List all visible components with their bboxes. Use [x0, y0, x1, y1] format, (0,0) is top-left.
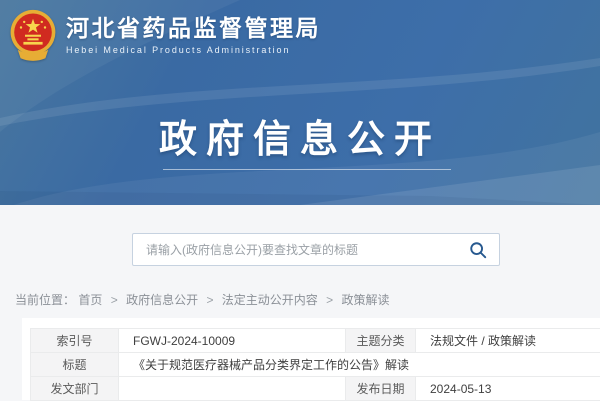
- brand-text: 河北省药品监督管理局 Hebei Medical Products Admini…: [66, 16, 321, 55]
- breadcrumb-separator: >: [326, 293, 333, 307]
- org-name-cn: 河北省药品监督管理局: [66, 16, 321, 41]
- topic-category-label: 主题分类: [346, 329, 416, 353]
- breadcrumb-separator: >: [111, 293, 118, 307]
- breadcrumb-link-policy-interpretation[interactable]: 政策解读: [342, 293, 390, 307]
- search-input[interactable]: [133, 243, 469, 257]
- issuing-department-value: [119, 377, 346, 401]
- issuing-department-label: 发文部门: [31, 377, 119, 401]
- title-label: 标题: [31, 353, 119, 377]
- breadcrumb-link-gov-info[interactable]: 政府信息公开: [126, 293, 198, 307]
- title-value: 《关于规范医疗器械产品分类界定工作的公告》解读: [119, 353, 600, 377]
- document-info-table: 索引号 FGWJ-2024-10009 主题分类 法规文件 / 政策解读 标题 …: [30, 328, 600, 401]
- index-number-label: 索引号: [31, 329, 119, 353]
- blue-header-banner: 河北省药品监督管理局 Hebei Medical Products Admini…: [0, 0, 600, 205]
- org-name-en: Hebei Medical Products Administration: [66, 45, 321, 55]
- table-row-title: 标题 《关于规范医疗器械产品分类界定工作的公告》解读: [31, 353, 600, 377]
- breadcrumb-separator: >: [206, 293, 213, 307]
- site-header: 河北省药品监督管理局 Hebei Medical Products Admini…: [9, 9, 321, 62]
- table-row-department: 发文部门 发布日期 2024-05-13: [31, 377, 600, 401]
- index-number-value: FGWJ-2024-10009: [119, 329, 346, 353]
- search-box: [132, 233, 500, 266]
- search-icon: [469, 241, 487, 259]
- publish-date-value: 2024-05-13: [416, 377, 600, 401]
- publish-date-label: 发布日期: [346, 377, 416, 401]
- breadcrumb: 当前位置： 首页 > 政府信息公开 > 法定主动公开内容 > 政策解读: [15, 291, 390, 308]
- breadcrumb-link-home[interactable]: 首页: [78, 293, 102, 307]
- search-button[interactable]: [469, 241, 499, 259]
- breadcrumb-label: 当前位置：: [15, 293, 75, 307]
- topic-category-value: 法规文件 / 政策解读: [416, 329, 600, 353]
- document-info-card: 索引号 FGWJ-2024-10009 主题分类 法规文件 / 政策解读 标题 …: [22, 318, 600, 400]
- china-national-emblem-icon: [9, 9, 57, 62]
- banner-title-underline: [163, 169, 451, 170]
- search-section: 当前位置： 首页 > 政府信息公开 > 法定主动公开内容 > 政策解读: [0, 205, 600, 318]
- table-row-index: 索引号 FGWJ-2024-10009 主题分类 法规文件 / 政策解读: [31, 329, 600, 353]
- breadcrumb-link-statutory-disclosure[interactable]: 法定主动公开内容: [222, 293, 318, 307]
- banner-title: 政府信息公开: [0, 108, 600, 163]
